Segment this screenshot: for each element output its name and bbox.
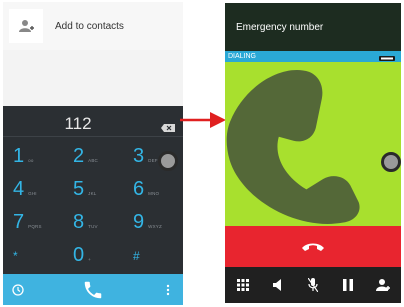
dial-panel: 112 1 oo 2 ABC 3 DEF 4 GHI 5 JKL 6 MNO 7 PQRS 8… [3, 106, 183, 274]
number-display: 112 [3, 112, 183, 137]
key-8[interactable]: 8 TUV [63, 206, 123, 239]
key-hash[interactable]: # [123, 239, 183, 272]
key-0[interactable]: 0 + [63, 239, 123, 272]
key-9[interactable]: 9 WXYZ [123, 206, 183, 239]
call-header: Emergency number [225, 3, 401, 51]
arrow-icon [180, 112, 226, 128]
calling-screen: Emergency number DIALING [225, 3, 401, 303]
key-1[interactable]: 1 oo [3, 140, 63, 173]
clock-icon[interactable] [3, 274, 33, 305]
key-star[interactable]: * [3, 239, 63, 272]
side-button-dot-right [381, 152, 401, 172]
add-to-contacts-row[interactable]: Add to contacts [3, 2, 183, 50]
dialed-number: 112 [64, 114, 92, 133]
key-7[interactable]: 7 PQRS [3, 206, 63, 239]
phone-icon[interactable] [78, 274, 108, 305]
dialer-screen: Add to contacts 112 1 oo 2 ABC 3 DEF 4 GHI 5… [3, 2, 183, 305]
hold-icon[interactable] [333, 270, 363, 300]
key-4[interactable]: 4 GHI [3, 173, 63, 206]
end-call-button[interactable] [225, 226, 401, 267]
call-status: DIALING [228, 53, 257, 60]
keypad: 1 oo 2 ABC 3 DEF 4 GHI 5 JKL 6 MNO 7 PQRS 8 TUV … [3, 140, 183, 272]
mute-icon[interactable] [298, 270, 328, 300]
key-6[interactable]: 6 MNO [123, 173, 183, 206]
overflow-menu-icon[interactable] [153, 274, 183, 305]
add-call-icon[interactable] [368, 270, 398, 300]
call-status-bar: DIALING [225, 51, 401, 62]
caller-name: Emergency number [236, 21, 324, 33]
hangup-icon [302, 243, 324, 251]
call-controls [225, 267, 401, 303]
speaker-icon[interactable] [263, 270, 293, 300]
side-button-dot [158, 151, 178, 171]
caller-photo-area [225, 62, 401, 226]
key-5[interactable]: 5 JKL [63, 173, 123, 206]
dial-action-bar [3, 274, 183, 305]
add-contact-icon [9, 9, 43, 43]
backspace-icon[interactable] [161, 119, 175, 137]
key-2[interactable]: 2 ABC [63, 140, 123, 173]
large-phone-icon [226, 70, 360, 224]
dialpad-icon[interactable] [228, 270, 258, 300]
add-to-contacts-label: Add to contacts [55, 20, 124, 32]
